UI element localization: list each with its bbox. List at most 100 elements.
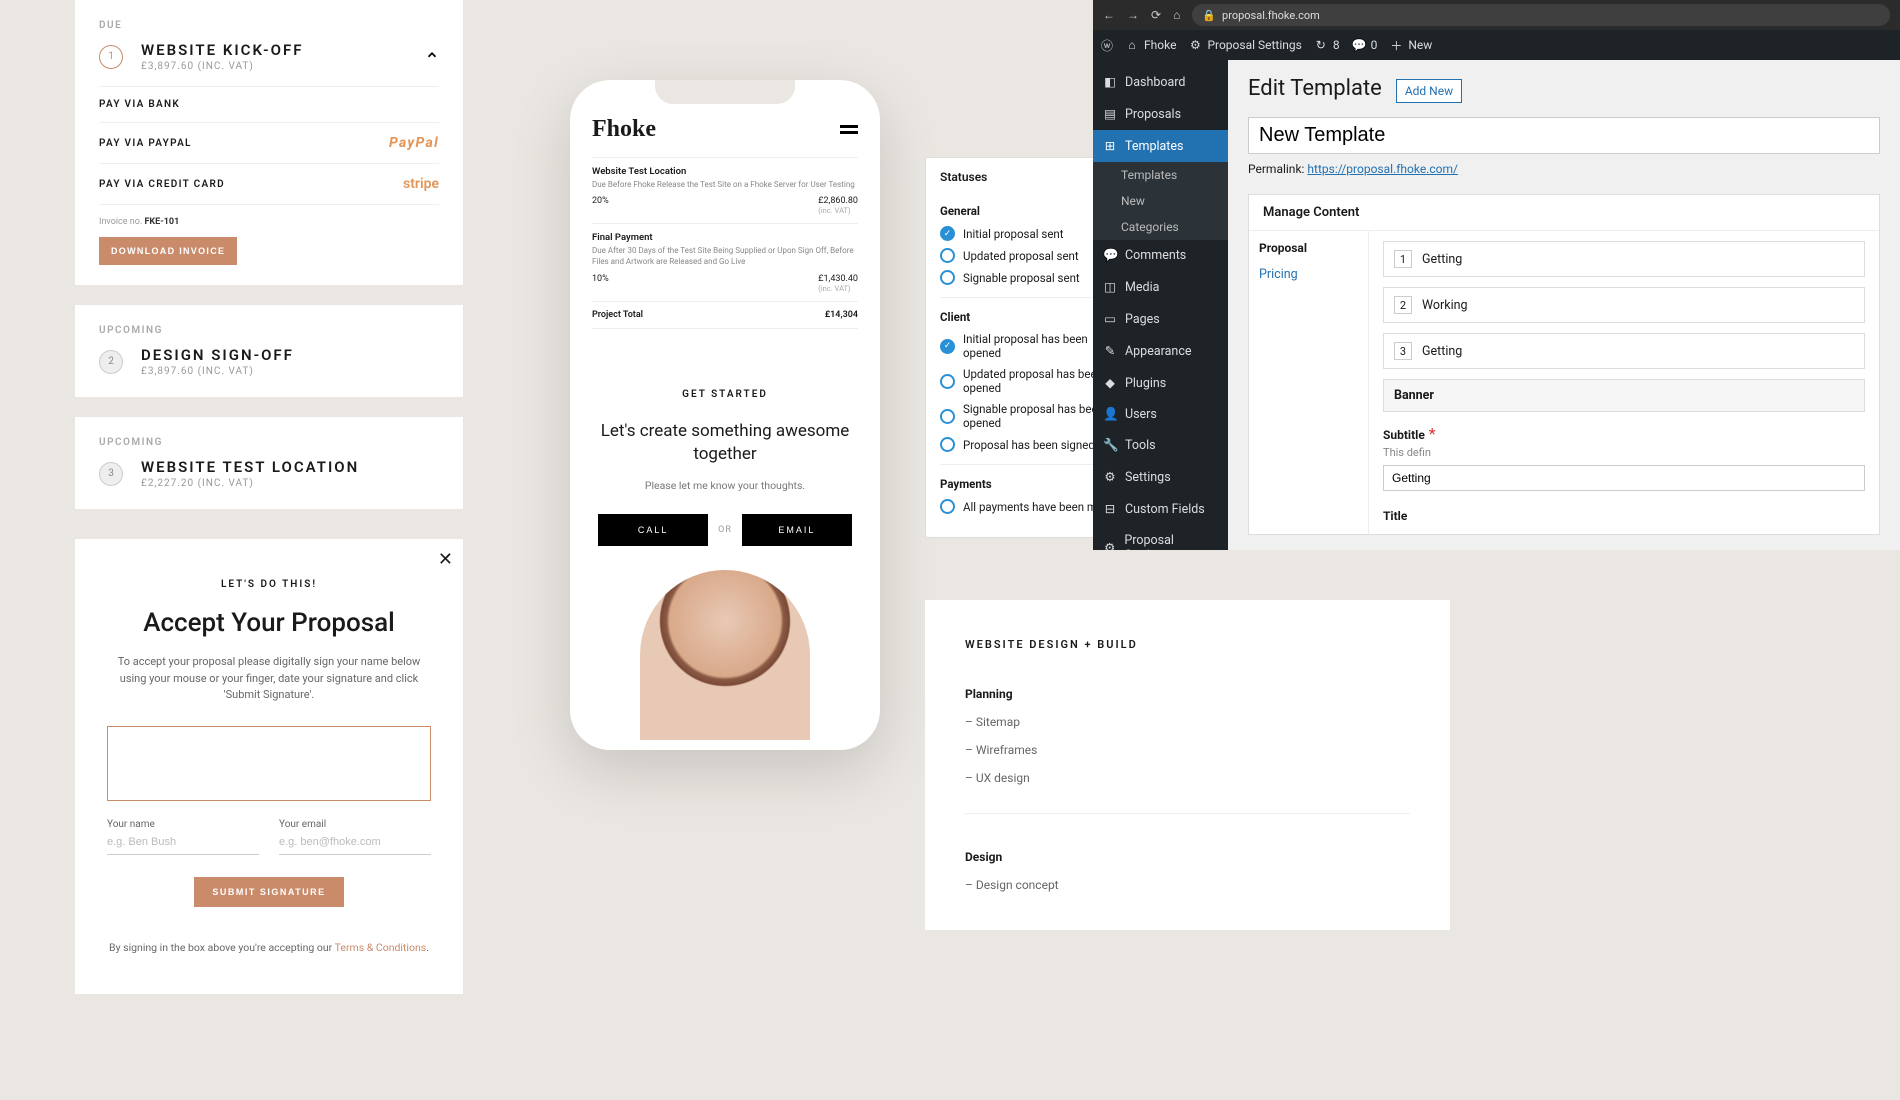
menu-tools[interactable]: 🔧Tools [1093, 430, 1228, 461]
reload-icon[interactable]: ⟳ [1151, 8, 1161, 22]
permalink: Permalink: https://proposal.fhoke.com/ [1248, 162, 1880, 176]
status-checkbox[interactable] [940, 339, 955, 354]
status-checkbox[interactable] [940, 226, 955, 241]
comments-badge[interactable]: 💬0 [1352, 38, 1378, 52]
menu-templates[interactable]: ⊞Templates [1093, 130, 1228, 162]
fhoke-logo: Fhoke [592, 116, 656, 143]
design-heading: Design [965, 850, 1410, 864]
website-design-build-card: WEBSITE DESIGN + BUILD Planning – Sitema… [925, 600, 1450, 930]
site-link[interactable]: ⌂Fhoke [1125, 38, 1176, 52]
pay-via-paypal[interactable]: PAY VIA PAYPAL PayPal [99, 123, 439, 164]
phone-notch [655, 80, 795, 104]
manage-content-panel: Manage Content Proposal Pricing 1Getting… [1248, 194, 1880, 535]
add-new-button[interactable]: Add New [1396, 79, 1462, 103]
template-title-input[interactable] [1248, 117, 1880, 154]
panel-heading: Manage Content [1249, 195, 1879, 231]
planning-heading: Planning [965, 687, 1410, 701]
lock-icon: 🔒 [1202, 9, 1216, 22]
wdb-eyebrow: WEBSITE DESIGN + BUILD [965, 638, 1410, 651]
invoice-title: WEBSITE KICK-OFF [141, 41, 303, 59]
submenu-new[interactable]: New [1093, 188, 1228, 214]
pricing-link[interactable]: Pricing [1259, 267, 1298, 282]
menu-dashboard[interactable]: ◧Dashboard [1093, 66, 1228, 98]
wp-content: Edit Template Add New Permalink: https:/… [1228, 60, 1900, 550]
gs-eyebrow: GET STARTED [592, 389, 858, 400]
status-checkbox[interactable] [940, 499, 955, 514]
signature-box[interactable] [107, 726, 431, 801]
step-item[interactable]: 3Getting [1383, 333, 1865, 369]
invoice-subtitle: £3,897.60 (INC. VAT) [141, 366, 294, 377]
upcoming-label: UPCOMING [99, 437, 439, 448]
menu-custom-fields[interactable]: ⊟Custom Fields [1093, 493, 1228, 525]
submenu-templates[interactable]: Templates [1093, 162, 1228, 188]
close-icon[interactable]: ✕ [438, 549, 453, 570]
terms-link[interactable]: Terms & Conditions [335, 941, 427, 954]
name-label: Your name [107, 819, 259, 830]
menu-users[interactable]: 👤Users [1093, 399, 1228, 430]
menu-proposals[interactable]: ▤Proposals [1093, 98, 1228, 130]
permalink-link[interactable]: https://proposal.fhoke.com/ [1307, 162, 1458, 176]
title-field-label: Title [1383, 509, 1407, 523]
proposal-settings-link[interactable]: ⚙Proposal Settings [1188, 38, 1301, 52]
pay-via-bank[interactable]: PAY VIA BANK [99, 87, 439, 123]
gs-title: Let's create something awesome together [592, 420, 858, 466]
due-label: DUE [99, 20, 439, 31]
payment-section-1: Website Test Location Due Before Fhoke R… [592, 157, 858, 223]
invoice-due-card: DUE 1 WEBSITE KICK-OFF £3,897.60 (INC. V… [75, 0, 463, 285]
statuses-title: Statuses [940, 170, 987, 184]
name-input[interactable] [107, 830, 259, 855]
browser-chrome: ← → ⟳ ⌂ 🔒 proposal.fhoke.com [1093, 0, 1900, 30]
status-checkbox[interactable] [940, 248, 955, 263]
status-checkbox[interactable] [940, 409, 955, 424]
address-bar[interactable]: 🔒 proposal.fhoke.com [1192, 4, 1890, 26]
modal-eyebrow: LET'S DO THIS! [107, 579, 431, 590]
or-separator: OR [718, 525, 732, 535]
banner-section: Banner [1383, 379, 1865, 412]
menu-appearance[interactable]: ✎Appearance [1093, 335, 1228, 367]
invoice-subtitle: £2,227.20 (INC. VAT) [141, 478, 359, 489]
design-item: – Design concept [965, 878, 1410, 892]
back-icon[interactable]: ← [1103, 8, 1115, 22]
accept-proposal-modal: ✕ LET'S DO THIS! Accept Your Proposal To… [75, 539, 463, 994]
menu-plugins[interactable]: ◆Plugins [1093, 367, 1228, 399]
status-checkbox[interactable] [940, 374, 955, 389]
divider [965, 813, 1410, 814]
download-invoice-button[interactable]: DOWNLOAD INVOICE [99, 237, 237, 265]
step-item[interactable]: 2Working [1383, 287, 1865, 323]
submit-signature-button[interactable]: SUBMIT SIGNATURE [194, 877, 343, 907]
email-button[interactable]: EMAIL [742, 514, 852, 546]
get-started-section: GET STARTED Let's create something aweso… [592, 389, 858, 741]
menu-pages[interactable]: ▭Pages [1093, 303, 1228, 335]
status-checkbox[interactable] [940, 437, 955, 452]
call-button[interactable]: CALL [598, 514, 708, 546]
pay-via-card[interactable]: PAY VIA CREDIT CARD stripe [99, 164, 439, 205]
step-item[interactable]: 1Getting [1383, 241, 1865, 277]
invoice-number-badge: 1 [99, 45, 123, 69]
updates-badge[interactable]: ↻8 [1314, 38, 1340, 52]
planning-item: – Sitemap [965, 715, 1410, 729]
invoice-title: DESIGN SIGN-OFF [141, 346, 294, 364]
invoice-upcoming-1-card: UPCOMING 2 DESIGN SIGN-OFF £3,897.60 (IN… [75, 305, 463, 397]
invoice-number-badge: 2 [99, 350, 123, 374]
proposal-side-heading: Proposal [1259, 241, 1358, 255]
menu-media[interactable]: ◫Media [1093, 271, 1228, 303]
stripe-logo-icon: stripe [403, 176, 439, 192]
new-link[interactable]: ＋New [1389, 37, 1432, 54]
status-checkbox[interactable] [940, 270, 955, 285]
chevron-up-icon[interactable] [425, 47, 439, 66]
submenu-categories[interactable]: Categories [1093, 214, 1228, 240]
menu-settings[interactable]: ⚙Settings [1093, 461, 1228, 493]
forward-icon[interactable]: → [1127, 8, 1139, 22]
portrait-photo [592, 570, 858, 740]
hamburger-icon[interactable] [840, 122, 858, 137]
wp-logo-icon[interactable]: ⓦ [1101, 37, 1113, 54]
gs-subtitle: Please let me know your thoughts. [592, 479, 858, 492]
menu-comments[interactable]: 💬Comments [1093, 240, 1228, 271]
wp-admin-bar: ⓦ ⌂Fhoke ⚙Proposal Settings ↻8 💬0 ＋New [1093, 30, 1900, 60]
email-input[interactable] [279, 830, 431, 855]
wordpress-admin: ← → ⟳ ⌂ 🔒 proposal.fhoke.com ⓦ ⌂Fhoke ⚙P… [1093, 0, 1900, 550]
subtitle-input[interactable] [1383, 465, 1865, 491]
home-icon[interactable]: ⌂ [1173, 8, 1180, 22]
invoice-upcoming-2-card: UPCOMING 3 WEBSITE TEST LOCATION £2,227.… [75, 417, 463, 509]
menu-proposal-settings[interactable]: ⚙Proposal Settings [1093, 525, 1228, 550]
